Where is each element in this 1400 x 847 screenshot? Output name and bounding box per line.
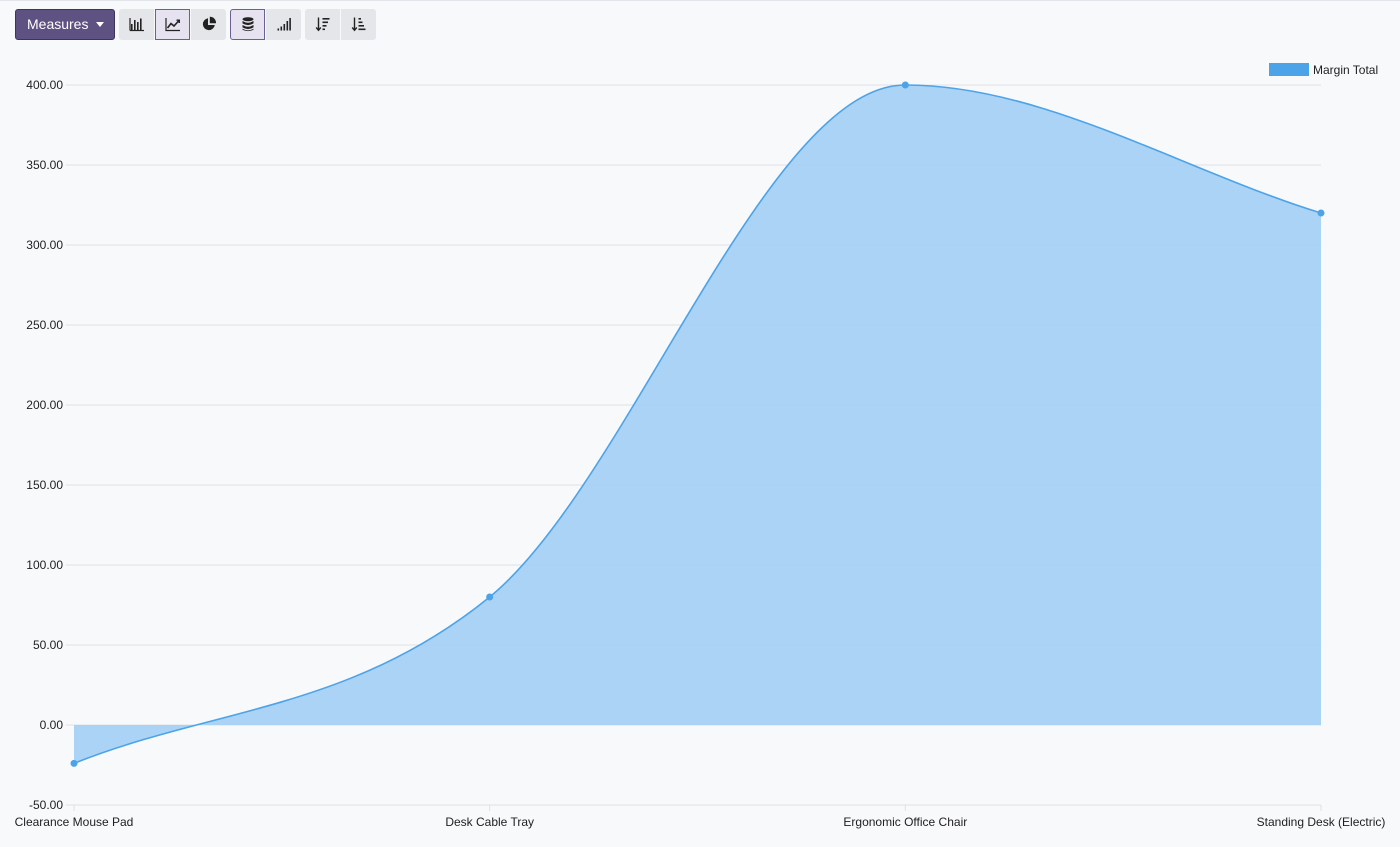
series-area-layer [73, 84, 1322, 765]
y-tick-label: 200.00 [26, 398, 63, 412]
data-point[interactable] [901, 81, 909, 89]
data-point[interactable] [70, 759, 78, 767]
y-axis-ticks: -50.00 0.00 50.00 100.00 150.00 200.00 250.00 3… [26, 78, 63, 812]
margin-area-chart: -50.00 0.00 50.00 100.00 150.00 200.00 250.00 3… [15, 63, 1386, 829]
series-area [74, 85, 1321, 764]
x-axis-ticks: Clearance Mouse Pad Desk Cable Tray Ergono… [15, 805, 1386, 829]
y-tick-label: 50.00 [33, 638, 63, 652]
data-point[interactable] [1317, 209, 1325, 217]
x-tick-label: Standing Desk (Electric) [1257, 815, 1386, 829]
y-tick-label: -50.00 [29, 798, 63, 812]
y-tick-label: 100.00 [26, 558, 63, 572]
x-tick-label: Clearance Mouse Pad [15, 815, 134, 829]
legend-swatch [1269, 63, 1309, 76]
y-tick-label: 350.00 [26, 158, 63, 172]
y-tick-label: 250.00 [26, 318, 63, 332]
legend-label: Margin Total [1313, 63, 1378, 77]
legend[interactable]: Margin Total [1269, 63, 1378, 77]
x-tick-label: Ergonomic Office Chair [843, 815, 967, 829]
data-point[interactable] [486, 593, 494, 601]
x-tick-label: Desk Cable Tray [445, 815, 534, 829]
y-tick-label: 300.00 [26, 238, 63, 252]
y-tick-label: 0.00 [40, 718, 64, 732]
y-tick-label: 150.00 [26, 478, 63, 492]
y-tick-label: 400.00 [26, 78, 63, 92]
